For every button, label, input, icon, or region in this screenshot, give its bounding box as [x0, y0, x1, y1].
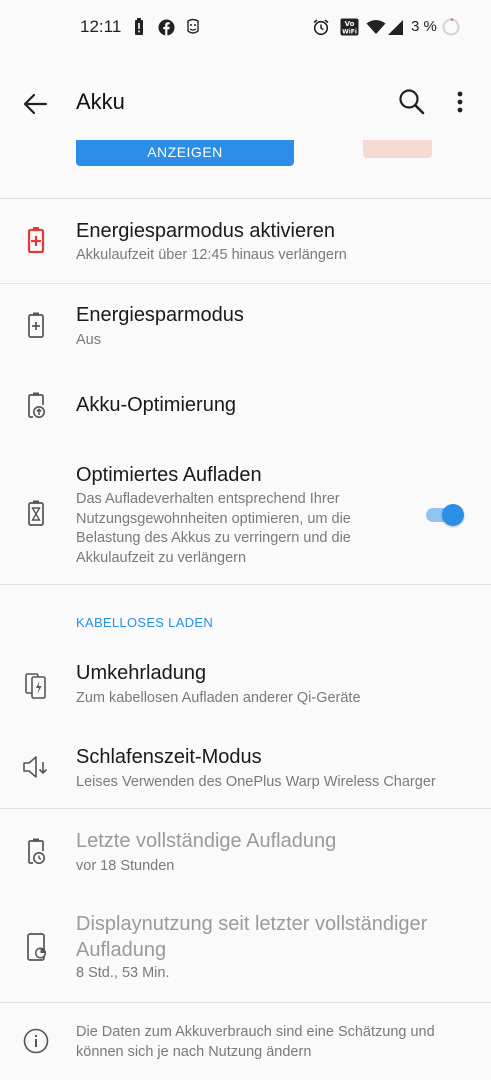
- item-subtitle: Akkulaufzeit über 12:45 hinaus verlänger…: [76, 247, 347, 263]
- search-icon: [399, 89, 425, 115]
- app-bar: Akku: [0, 56, 491, 152]
- power-saver-item[interactable]: Energiesparmodus Aus: [0, 284, 491, 368]
- battery-clock-icon: [22, 836, 50, 868]
- alarm-icon: [311, 18, 331, 36]
- item-subtitle: Das Aufladeverhalten entsprechend Ihrer …: [76, 491, 351, 566]
- battery-optimize-icon: [22, 390, 50, 422]
- battery-plus-icon: [22, 310, 50, 342]
- battery-ring-icon: [441, 18, 461, 36]
- back-button[interactable]: [20, 88, 52, 120]
- battery-alert-icon: [134, 18, 144, 36]
- item-title: Optimiertes Aufladen: [76, 464, 262, 486]
- item-title: Akku-Optimierung: [76, 394, 237, 416]
- item-subtitle: 8 Std., 53 Min.: [76, 965, 170, 981]
- section-header-wireless: KABELLOSES LADEN: [76, 615, 214, 630]
- power-saver-activate-item[interactable]: Energiesparmodus aktivieren Akkulaufzeit…: [0, 199, 491, 283]
- item-title: Energiesparmodus aktivieren: [76, 220, 336, 242]
- reverse-charge-icon: [22, 668, 50, 700]
- battery-optimization-item[interactable]: Akku-Optimierung: [0, 368, 491, 444]
- arrow-back-icon: [23, 93, 48, 115]
- battery-usage-info: Die Daten zum Akkuverbrauch sind eine Sc…: [0, 1003, 491, 1080]
- notification-icon: [184, 18, 202, 36]
- item-title: Umkehrladung: [76, 662, 207, 684]
- item-subtitle: Leises Verwenden des OnePlus Warp Wirele…: [76, 774, 436, 790]
- page-title: Akku: [76, 89, 125, 114]
- screen-usage-item: Displaynutzung seit letzter vollständige…: [0, 897, 491, 1003]
- battery-alert-red-icon: [22, 225, 50, 257]
- phone-usage-icon: [22, 931, 50, 963]
- reverse-charging-item[interactable]: Umkehrladung Zum kabellosen Aufladen and…: [0, 642, 491, 726]
- optimized-charging-item[interactable]: Optimiertes Aufladen Das Aufladeverhalte…: [0, 444, 491, 584]
- divider: [0, 584, 491, 585]
- battery-tip-card: ANZEIGEN: [0, 140, 491, 200]
- more-options-button[interactable]: [448, 86, 472, 118]
- battery-percent: 3 %: [411, 18, 437, 35]
- item-subtitle: Aus: [76, 332, 101, 348]
- item-subtitle: Zum kabellosen Aufladen anderer Qi-Gerät…: [76, 690, 361, 706]
- signal-icon: [386, 18, 404, 36]
- last-full-charge-item: Letzte vollständige Aufladung vor 18 Stu…: [0, 809, 491, 897]
- facebook-icon: [157, 18, 175, 36]
- item-subtitle: vor 18 Stunden: [76, 858, 175, 874]
- svg-text:WiFi: WiFi: [342, 29, 357, 36]
- more-vert-icon: [457, 91, 463, 113]
- wifi-icon: [366, 18, 386, 36]
- item-title: Displaynutzung seit letzter vollständige…: [76, 913, 428, 961]
- status-bar: 12:11 Vo WiFi 3 %: [0, 0, 491, 56]
- svg-text:Vo: Vo: [344, 20, 354, 28]
- item-title: Schlafenszeit-Modus: [76, 746, 262, 768]
- item-title: Letzte vollständige Aufladung: [76, 830, 337, 852]
- optimized-charging-toggle[interactable]: [424, 504, 466, 526]
- show-button[interactable]: ANZEIGEN: [76, 140, 294, 166]
- battery-hourglass-icon: [22, 498, 50, 530]
- volte-wifi-icon: Vo WiFi: [339, 18, 359, 36]
- bedtime-mode-item[interactable]: Schlafenszeit-Modus Leises Verwenden des…: [0, 726, 491, 808]
- info-icon: [22, 1027, 50, 1055]
- speaker-quiet-icon: [22, 751, 50, 783]
- dismiss-button[interactable]: [363, 140, 432, 158]
- toggle-knob: [442, 504, 464, 526]
- item-title: Energiesparmodus: [76, 304, 244, 326]
- search-button[interactable]: [396, 86, 428, 118]
- status-time: 12:11: [80, 17, 122, 36]
- info-text: Die Daten zum Akkuverbrauch sind eine Sc…: [76, 1024, 435, 1060]
